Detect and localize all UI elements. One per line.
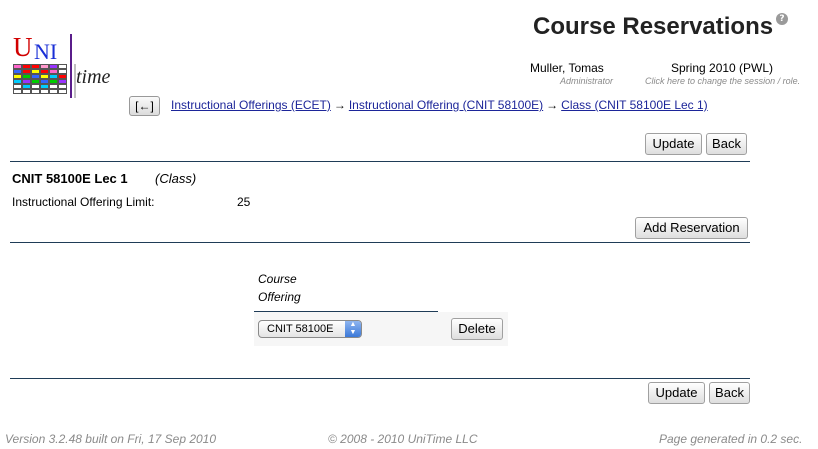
- column-header-line: Course: [258, 272, 297, 286]
- delete-reservation-button[interactable]: Delete: [451, 318, 503, 340]
- logo-time-text: time: [76, 66, 111, 88]
- logo-ni-letters: NI: [34, 39, 58, 64]
- history-back-button[interactable]: [←]: [129, 96, 160, 116]
- back-button-top[interactable]: Back: [706, 133, 747, 155]
- back-button-bottom[interactable]: Back: [709, 382, 750, 404]
- column-header-line: Offering: [258, 290, 301, 304]
- select-updown-icon: ▲ ▼: [345, 321, 361, 337]
- breadcrumb-arrow: →: [546, 98, 559, 112]
- logo-grid-icon: [13, 64, 69, 98]
- section-divider: [10, 242, 750, 243]
- breadcrumb-link-instructional-offerings[interactable]: Instructional Offerings (ECET): [171, 98, 331, 112]
- offering-limit-label: Instructional Offering Limit:: [12, 195, 155, 209]
- add-reservation-button[interactable]: Add Reservation: [635, 217, 748, 239]
- section-divider: [10, 378, 750, 379]
- update-button-bottom[interactable]: Update: [648, 382, 705, 404]
- footer-version: Version 3.2.48 built on Fri, 17 Sep 2010: [5, 432, 217, 446]
- help-icon[interactable]: ?: [776, 13, 788, 25]
- breadcrumb-arrow: →: [333, 98, 346, 112]
- section-divider: [10, 161, 750, 162]
- footer-copyright[interactable]: © 2008 - 2010 UniTime LLC: [328, 432, 477, 446]
- session-change-hint[interactable]: Click here to change the session / role.: [645, 76, 800, 86]
- course-offering-select[interactable]: CNIT 58100E ▲ ▼: [258, 320, 362, 338]
- class-title: CNIT 58100E Lec 1: [12, 171, 128, 186]
- footer-generation-time: Page generated in 0.2 sec.: [659, 432, 803, 446]
- update-button-top[interactable]: Update: [645, 133, 702, 155]
- user-role: Administrator: [560, 76, 614, 86]
- session-name[interactable]: Spring 2010 (PWL): [671, 61, 773, 75]
- breadcrumb-link-class[interactable]: Class (CNIT 58100E Lec 1): [561, 98, 708, 112]
- breadcrumb: Instructional Offerings (ECET) → Instructi…: [171, 98, 708, 112]
- column-header-course-offering: Course Offering: [258, 270, 348, 306]
- logo-u-letter: U: [13, 32, 33, 62]
- user-name: Muller, Tomas: [530, 61, 604, 75]
- offering-limit-value: 25: [237, 195, 251, 209]
- class-type-label: (Class): [155, 171, 197, 186]
- unitime-logo[interactable]: U NI: [10, 30, 122, 100]
- breadcrumb-link-instructional-offering[interactable]: Instructional Offering (CNIT 58100E): [349, 98, 543, 112]
- logo-divider: [70, 34, 72, 98]
- page-title: Course Reservations: [533, 13, 774, 40]
- course-offering-select-value: CNIT 58100E: [267, 323, 334, 335]
